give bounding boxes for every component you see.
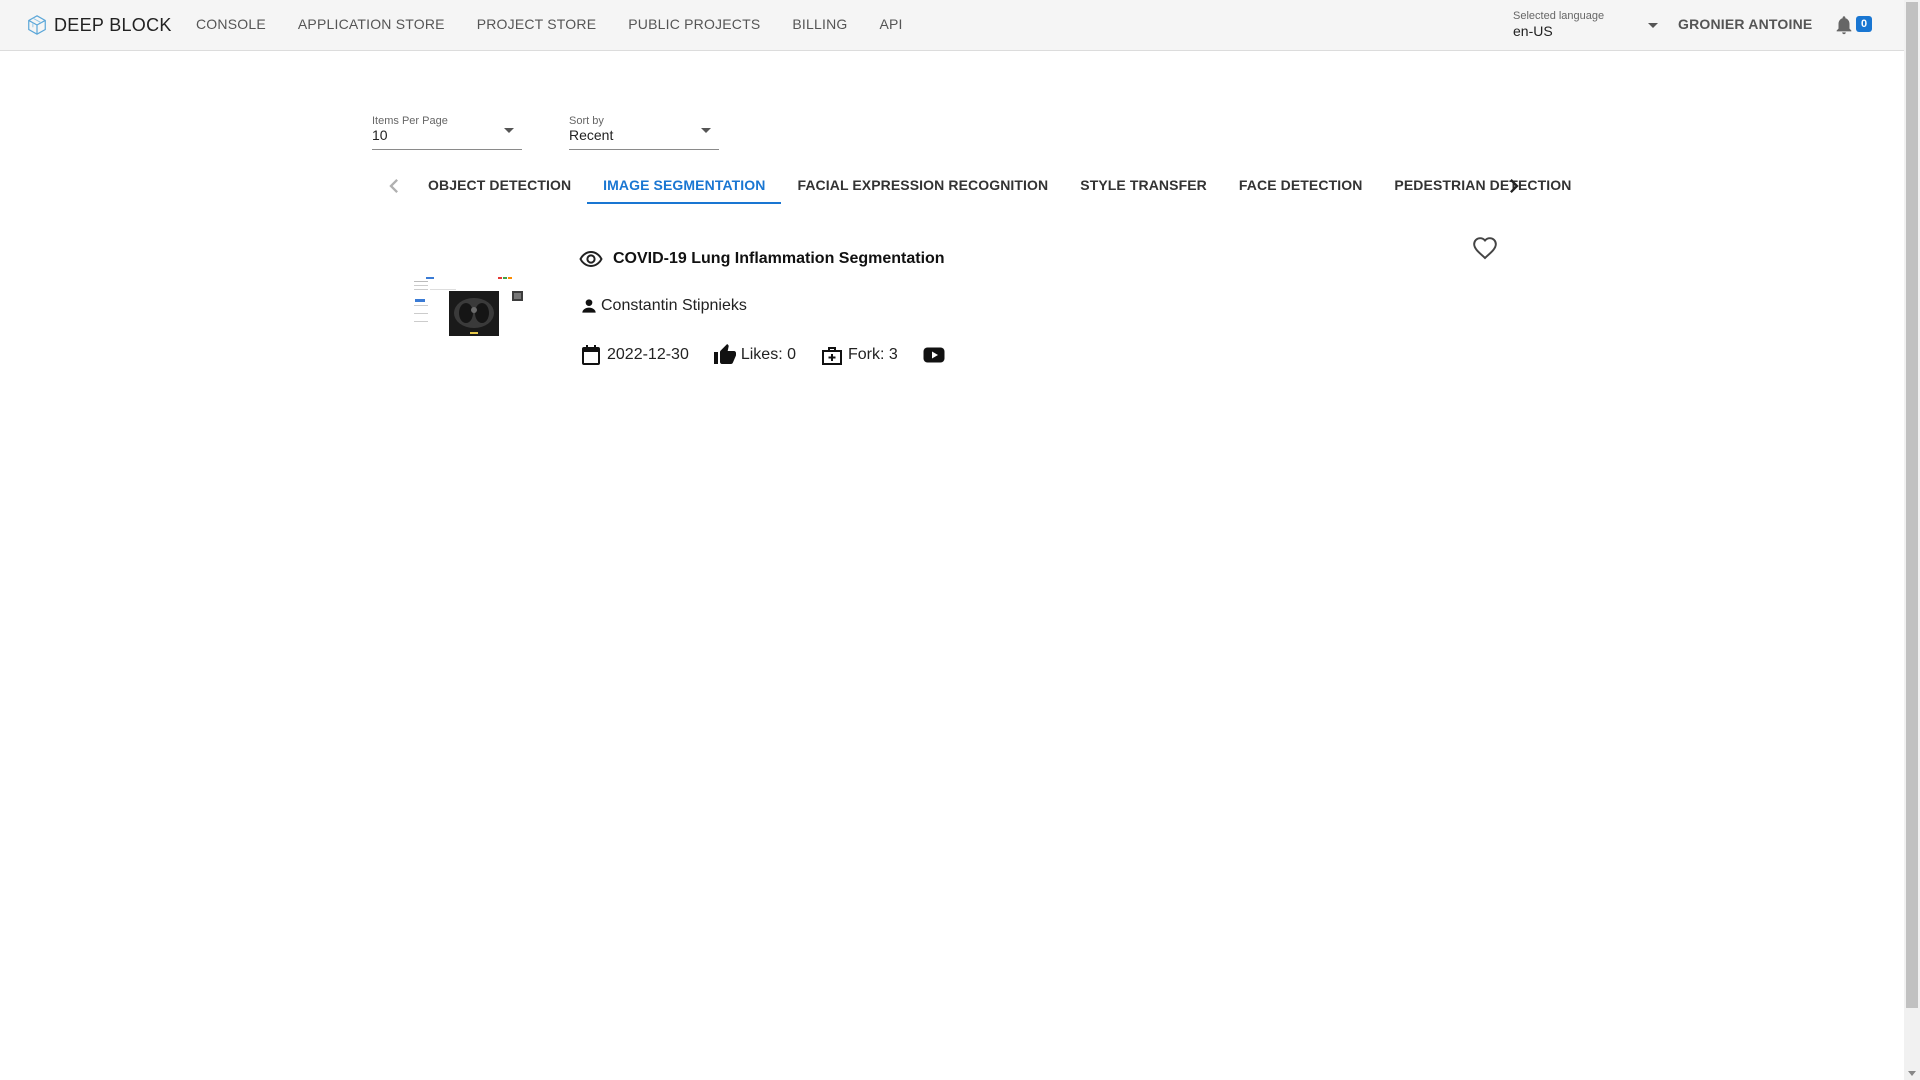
brand-name: DEEP BLOCK [54, 14, 172, 35]
nav-public-projects[interactable]: PUBLIC PROJECTS [612, 0, 776, 50]
project-likes-value: Likes: 0 [740, 346, 796, 363]
items-per-page-label: Items Per Page [372, 115, 448, 127]
sort-by-label: Sort by [569, 115, 604, 127]
scrollbar-thumb[interactable] [1906, 2, 1918, 1008]
youtube-icon[interactable] [922, 343, 946, 367]
main-nav: CONSOLE APPLICATION STORE PROJECT STORE … [180, 0, 919, 50]
nav-console[interactable]: CONSOLE [180, 0, 282, 50]
chevron-down-icon [1648, 23, 1658, 28]
tab-style-transfer[interactable]: STYLE TRANSFER [1064, 168, 1223, 204]
project-forks-value: Fork: 3 [847, 346, 898, 363]
person-icon [582, 299, 596, 313]
page-scrollbar[interactable] [1904, 0, 1920, 1080]
tab-pedestrian-detection[interactable]: PEDESTRIAN DETECTION [1378, 168, 1587, 204]
tab-facial-expression-recognition[interactable]: FACIAL EXPRESSION RECOGNITION [781, 168, 1064, 204]
thumb-up-icon [713, 344, 736, 364]
project-date-value: 2022-12-30 [607, 346, 689, 363]
nav-project-store[interactable]: PROJECT STORE [461, 0, 613, 50]
nav-api[interactable]: API [863, 0, 918, 50]
project-title-link[interactable]: COVID-19 Lung Inflammation Segmentation [579, 247, 945, 271]
eye-icon [579, 250, 603, 268]
project-meta: 2022-12-30 Likes: 0 Fork: 3 [579, 342, 946, 368]
heart-icon[interactable] [1472, 236, 1498, 262]
sort-by-select[interactable]: Sort by Recent [569, 115, 719, 150]
category-tabs: OBJECT DETECTION IMAGE SEGMENTATION FACI… [372, 168, 1571, 204]
top-app-bar: DEEP BLOCK CONSOLE APPLICATION STORE PRO… [0, 0, 1904, 51]
bell-icon[interactable] [1833, 14, 1855, 36]
tab-object-detection[interactable]: OBJECT DETECTION [412, 168, 587, 204]
scroll-down-arrow-icon[interactable] [1908, 1071, 1916, 1076]
fork-icon [821, 347, 842, 365]
project-date: 2022-12-30 [579, 343, 689, 367]
language-select[interactable]: Selected language en-US [1513, 8, 1658, 42]
calendar-icon [582, 345, 600, 365]
chevron-down-icon [504, 128, 514, 133]
cube-logo-icon [28, 15, 46, 35]
chevron-right-icon[interactable] [1500, 172, 1528, 200]
user-menu[interactable]: GRONIER ANTOINE [1678, 0, 1812, 50]
brand-logo[interactable]: DEEP BLOCK [26, 13, 172, 37]
chevron-down-icon [701, 128, 711, 133]
sort-by-value: Recent [569, 127, 614, 143]
language-select-label: Selected language [1513, 10, 1605, 22]
chevron-left-icon[interactable] [380, 172, 408, 200]
tab-image-segmentation[interactable]: IMAGE SEGMENTATION [587, 168, 782, 204]
nav-application-store[interactable]: APPLICATION STORE [282, 0, 461, 50]
project-author: Constantin Stipnieks [579, 294, 747, 318]
project-thumbnail[interactable] [412, 275, 524, 337]
nav-billing[interactable]: BILLING [776, 0, 863, 50]
project-card: COVID-19 Lung Inflammation Segmentation … [372, 230, 1524, 380]
items-per-page-select[interactable]: Items Per Page 10 [372, 115, 522, 150]
tab-list: OBJECT DETECTION IMAGE SEGMENTATION FACI… [412, 168, 1587, 204]
project-likes[interactable]: Likes: 0 [713, 343, 796, 367]
project-forks[interactable]: Fork: 3 [820, 343, 898, 367]
project-title: COVID-19 Lung Inflammation Segmentation [613, 250, 945, 267]
items-per-page-value: 10 [372, 127, 388, 143]
project-author-name: Constantin Stipnieks [601, 297, 747, 314]
language-select-value: en-US [1513, 23, 1553, 39]
tab-face-detection[interactable]: FACE DETECTION [1223, 168, 1379, 204]
notification-count-badge: 0 [1856, 16, 1873, 32]
